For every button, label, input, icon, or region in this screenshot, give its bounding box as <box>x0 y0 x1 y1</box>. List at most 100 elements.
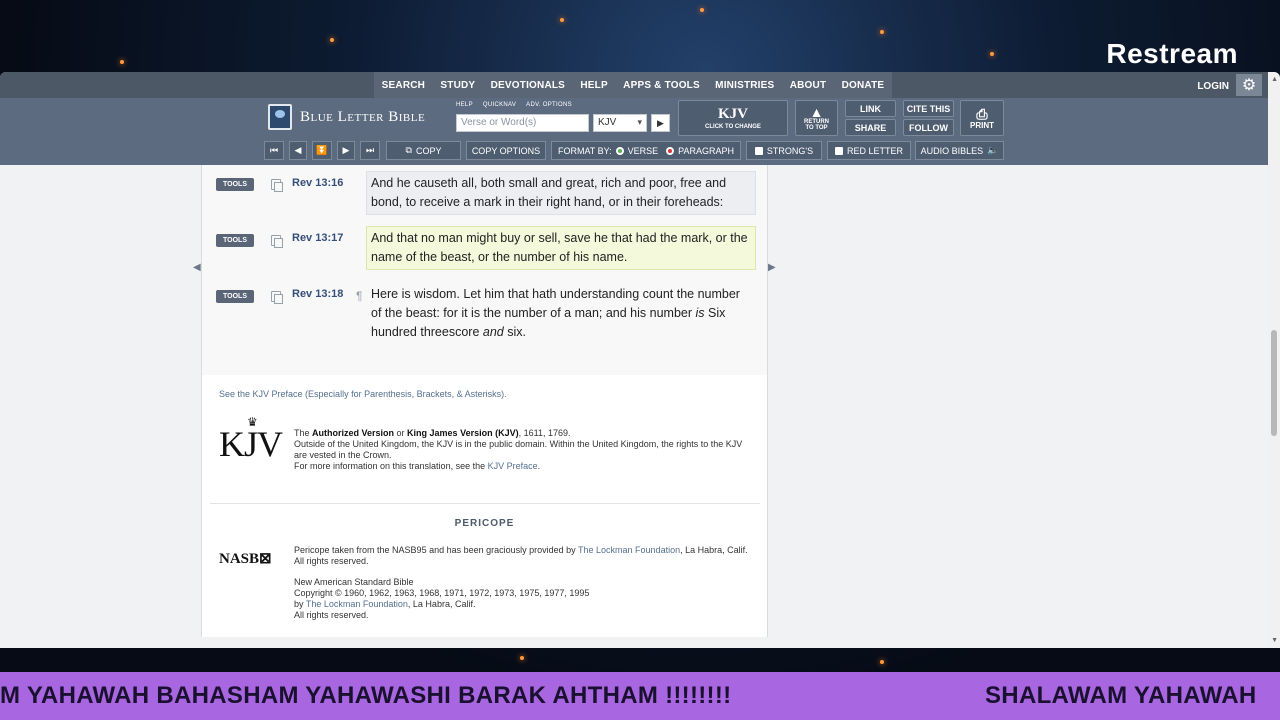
tools-button[interactable]: TOOLS <box>216 178 254 191</box>
content-panel: TOOLS Rev 13:16 And he causeth all, both… <box>201 165 768 637</box>
return-to-top-button[interactable]: ▲ RETURN TO TOP <box>795 100 838 136</box>
search-go-button[interactable]: ▶ <box>651 114 670 132</box>
kjv-preface-inline-link[interactable]: KJV Preface <box>488 461 538 471</box>
nav-apps-tools[interactable]: APPS & TOOLS <box>623 80 700 91</box>
red-letter-label: RED LETTER <box>846 145 903 156</box>
strongs-checkbox[interactable] <box>754 146 763 155</box>
version-select[interactable]: KJV <box>593 114 647 132</box>
nasb-copyright: New American Standard Bible Copyright © … <box>294 577 754 621</box>
strongs-label: STRONG'S <box>766 145 814 156</box>
verse-text: Here is wisdom. Let him that hath unders… <box>366 282 756 345</box>
nav-ministries[interactable]: MINISTRIES <box>715 80 774 91</box>
browser-window: SEARCH STUDY DEVOTIONALS HELP APPS & TOO… <box>0 72 1280 648</box>
kjv-preface-link[interactable]: See the KJV Preface (Especially for Pare… <box>219 389 507 399</box>
ticker-banner: M YAHAWAH BAHASHAM YAHAWASHI BARAK AHTHA… <box>0 672 1280 720</box>
kjv-more-info: For more information on this translation… <box>294 461 488 471</box>
spark <box>520 656 524 660</box>
copy-options-button[interactable]: COPY OPTIONS <box>466 141 546 160</box>
header: Blue Letter Bible HELP QUICKNAV ADV. OPT… <box>0 98 1280 165</box>
paragraph-radio[interactable] <box>666 146 675 155</box>
prev-chapter-button[interactable]: ◀ <box>289 141 307 160</box>
restream-logo: Restream <box>1106 38 1238 69</box>
nasb-info: Pericope taken from the NASB95 and has b… <box>294 545 754 567</box>
copy-verse-icon[interactable] <box>271 291 283 304</box>
nasb-rights: All rights reserved. <box>294 610 369 620</box>
verse-text: And he causeth all, both small and great… <box>366 171 756 215</box>
nav-devotionals[interactable]: DEVOTIONALS <box>491 80 565 91</box>
scroll-down-icon[interactable]: ▼ <box>1271 637 1278 644</box>
ticker-text-left: M YAHAWAH BAHASHAM YAHAWASHI BARAK AHTHA… <box>0 682 732 709</box>
next-arrow-icon[interactable]: ▶ <box>768 262 776 273</box>
verse-text-part: six. <box>503 325 526 339</box>
audio-bibles-label: AUDIO BIBLES <box>920 145 984 156</box>
top-nav-menu: SEARCH STUDY DEVOTIONALS HELP APPS & TOO… <box>374 72 892 98</box>
tools-button[interactable]: TOOLS <box>216 234 254 247</box>
kjv-period: . <box>537 461 541 471</box>
verse-ref[interactable]: Rev 13:18 <box>292 288 343 300</box>
link-button[interactable]: LINK <box>845 100 896 117</box>
verse-radio[interactable] <box>615 146 624 155</box>
copy-button[interactable]: ⧉ COPY <box>386 141 461 160</box>
verse-label: VERSE <box>627 145 659 156</box>
kjv-info-text: or <box>394 428 408 438</box>
divider <box>210 503 760 504</box>
nav-donate[interactable]: DONATE <box>842 80 885 91</box>
copy-label: COPY <box>415 145 442 156</box>
share-button[interactable]: SHARE <box>845 119 896 136</box>
pericope-title: PERICOPE <box>454 518 515 529</box>
strongs-toggle[interactable]: STRONG'S <box>746 141 822 160</box>
format-by-label: FORMAT BY: <box>557 145 612 156</box>
kjv-logo: KJV <box>219 424 283 464</box>
mini-links: HELP QUICKNAV ADV. OPTIONS <box>456 102 572 108</box>
print-label: PRINT <box>970 120 994 130</box>
nasb-by: by <box>294 599 306 609</box>
follow-button[interactable]: FOLLOW <box>903 119 954 136</box>
scroll-thumb[interactable] <box>1271 330 1277 436</box>
help-link[interactable]: HELP <box>456 102 473 108</box>
red-letter-checkbox[interactable] <box>834 146 843 155</box>
nav-search[interactable]: SEARCH <box>382 80 425 91</box>
print-button[interactable]: ⎙ PRINT <box>960 100 1004 136</box>
kjv-sub-label: CLICK TO CHANGE <box>705 124 761 130</box>
spark <box>880 660 884 664</box>
copy-verse-icon[interactable] <box>271 235 283 248</box>
nav-about[interactable]: ABOUT <box>790 80 827 91</box>
kjv-info-text: The <box>294 428 313 438</box>
arrow-up-icon: ▲ <box>809 104 824 120</box>
nasb-mark-icon: ⊠ <box>259 551 272 567</box>
next-chapter-button[interactable]: ▶ <box>337 141 355 160</box>
kjv-change-button[interactable]: KJV CLICK TO CHANGE <box>678 100 788 136</box>
nav-study[interactable]: STUDY <box>440 80 475 91</box>
quicknav-link[interactable]: QUICKNAV <box>483 102 516 108</box>
blb-logo[interactable]: Blue Letter Bible <box>268 104 425 130</box>
kjv-label: KJV <box>718 106 748 122</box>
jump-down-button[interactable]: ⏬ <box>312 141 332 160</box>
copy-verse-icon[interactable] <box>271 179 283 192</box>
verse-italic-and: and <box>482 325 504 339</box>
verse-italic-is: is <box>695 306 705 320</box>
verse-ref[interactable]: Rev 13:16 <box>292 177 343 189</box>
top-nav: SEARCH STUDY DEVOTIONALS HELP APPS & TOO… <box>0 72 1280 98</box>
gear-icon[interactable]: ⚙ <box>1236 74 1262 96</box>
nav-help[interactable]: HELP <box>580 80 607 91</box>
verse-ref[interactable]: Rev 13:17 <box>292 232 343 244</box>
kjv-dates: , 1611, 1769. <box>518 428 571 438</box>
red-letter-toggle[interactable]: RED LETTER <box>827 141 911 160</box>
scroll-up-icon[interactable]: ▲ <box>1271 76 1278 83</box>
first-chapter-button[interactable]: ⏮ <box>264 141 284 160</box>
last-chapter-button[interactable]: ⏭ <box>360 141 380 160</box>
search-input[interactable]: Verse or Word(s) <box>456 114 589 132</box>
kjv-rights: Outside of the United Kingdom, the KJV i… <box>294 439 743 460</box>
nasb-city: , La Habra, Calif. <box>407 599 476 609</box>
verse-text: And that no man might buy or sell, save … <box>366 226 756 270</box>
login-link[interactable]: LOGIN <box>1197 81 1229 92</box>
tools-button[interactable]: TOOLS <box>216 290 254 303</box>
lockman-link[interactable]: The Lockman Foundation <box>306 599 408 609</box>
adv-options-link[interactable]: ADV. OPTIONS <box>526 102 572 108</box>
prev-arrow-icon[interactable]: ◀ <box>193 262 201 273</box>
audio-bibles-button[interactable]: AUDIO BIBLES 🔈 <box>915 141 1004 160</box>
scrollbar[interactable]: ▲ ▼ <box>1268 72 1280 648</box>
spark <box>990 52 994 56</box>
lockman-link[interactable]: The Lockman Foundation <box>578 545 680 555</box>
cite-button[interactable]: CITE THIS <box>903 100 954 117</box>
